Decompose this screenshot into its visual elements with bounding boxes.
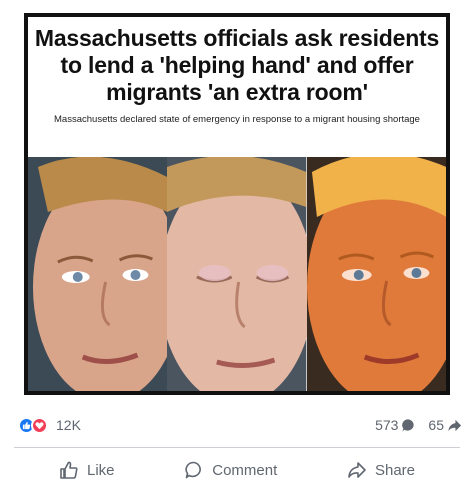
article-headline: Massachusetts officials ask residents to… (34, 25, 440, 105)
article-subheadline: Massachusetts declared state of emergenc… (54, 114, 420, 125)
post-actions: Like Comment Share (14, 456, 460, 484)
like-label: Like (87, 461, 115, 479)
comment-bubble-icon (401, 418, 416, 433)
comment-label: Comment (212, 461, 278, 479)
post-image[interactable]: Massachusetts officials ask residents to… (24, 13, 450, 395)
like-outline-icon (59, 460, 79, 480)
meme-panel-eyes-closed (167, 157, 307, 391)
action-divider (14, 447, 460, 448)
reactions-row: 12K 573 65 (18, 414, 462, 436)
share-outline-icon (347, 460, 367, 480)
reaction-count[interactable]: 12K (56, 417, 81, 433)
reaction-icons[interactable] (18, 416, 48, 434)
share-stat[interactable]: 65 (428, 417, 462, 433)
article-headline-card: Massachusetts officials ask residents to… (28, 17, 446, 157)
share-button[interactable]: Share (347, 460, 415, 480)
share-arrow-icon (447, 418, 462, 433)
love-icon (31, 416, 48, 434)
comment-stat[interactable]: 573 (375, 417, 416, 433)
share-label: Share (374, 461, 415, 479)
meme-panel-glowing (306, 157, 446, 391)
like-button[interactable]: Like (59, 460, 115, 480)
meme-panel-neutral (28, 157, 168, 391)
comment-outline-icon (184, 460, 204, 480)
comment-button[interactable]: Comment (184, 460, 277, 480)
meme-panels (28, 157, 446, 391)
share-count: 65 (428, 417, 444, 433)
comment-count: 573 (375, 417, 399, 433)
